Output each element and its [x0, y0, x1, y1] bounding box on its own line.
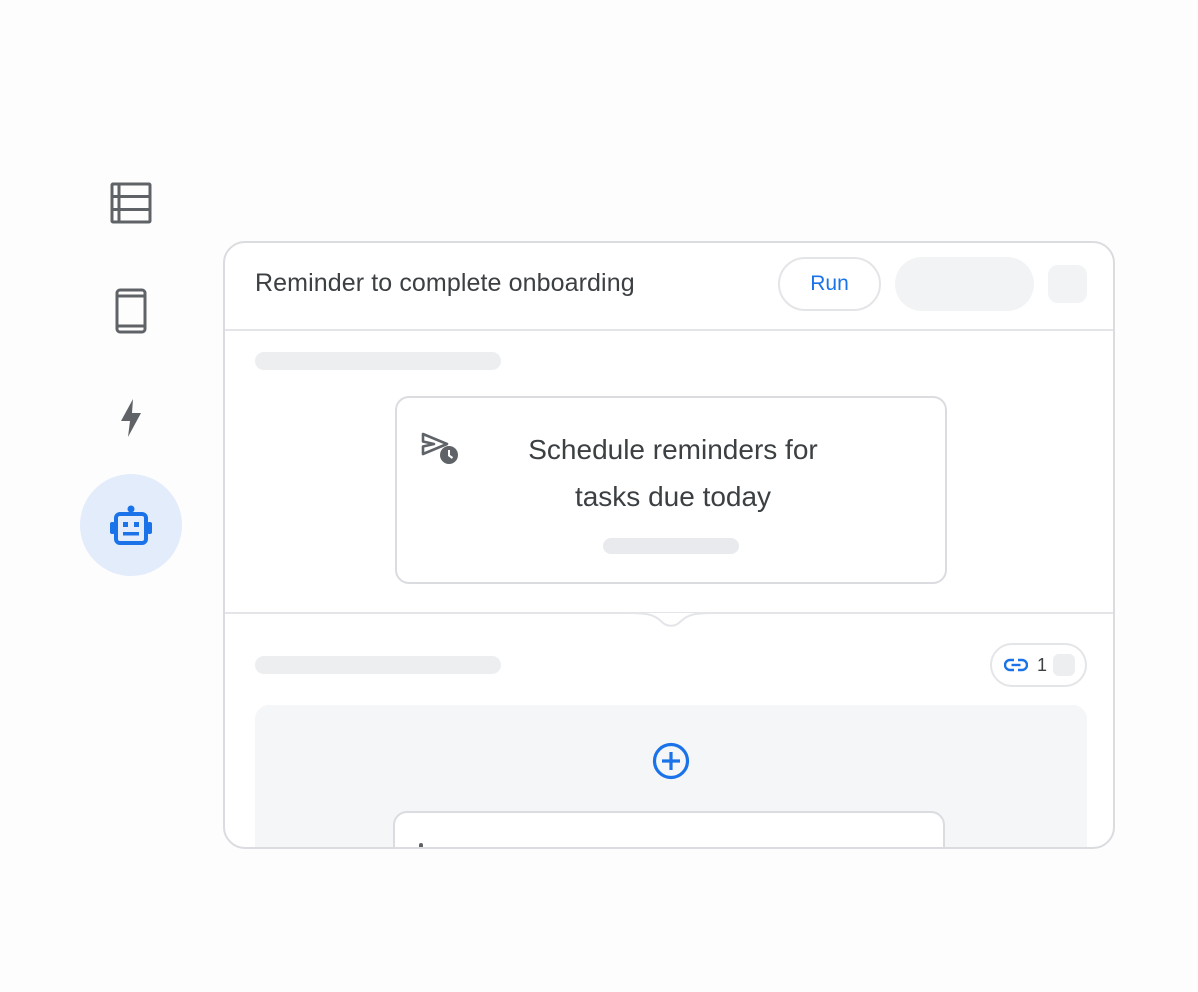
- chip-placeholder: [1053, 654, 1075, 676]
- steps-area: [255, 705, 1087, 847]
- section-label-placeholder: [255, 352, 501, 370]
- automation-card: Reminder to complete onboarding Run Sche…: [223, 241, 1115, 849]
- phone-icon: [115, 288, 147, 334]
- run-button[interactable]: Run: [778, 257, 881, 311]
- step-description: Schedule reminders for tasks due today: [457, 426, 889, 520]
- rail-item-tables[interactable]: [80, 152, 182, 254]
- rail-item-actions[interactable]: [80, 367, 182, 469]
- step-card[interactable]: Schedule reminders for tasks due today: [395, 396, 947, 584]
- bolt-icon: [121, 399, 141, 437]
- rail-item-automations[interactable]: [80, 474, 182, 576]
- automation-title: Reminder to complete onboarding: [255, 269, 635, 297]
- add-circle-icon[interactable]: [651, 741, 691, 781]
- divider-notch: [628, 612, 714, 627]
- step-description-line-2: tasks due today: [574, 481, 772, 512]
- robot-icon: [110, 505, 152, 545]
- send-schedule-icon: [421, 432, 458, 464]
- step-description-line-1: Schedule reminders for: [528, 434, 818, 465]
- next-step-icon: [419, 843, 423, 847]
- step-detail-placeholder: [603, 538, 739, 554]
- header-action-placeholder[interactable]: [895, 257, 1034, 311]
- linked-items-count: 1: [1037, 655, 1048, 675]
- next-step-card[interactable]: [393, 811, 945, 847]
- table-rows-icon: [110, 182, 152, 224]
- rail-item-app[interactable]: [80, 260, 182, 362]
- section-label-placeholder-2: [255, 656, 501, 674]
- link-icon: [1004, 658, 1028, 672]
- more-options-placeholder[interactable]: [1048, 265, 1087, 303]
- automation-header: Reminder to complete onboarding Run: [225, 243, 1113, 331]
- linked-items-chip[interactable]: 1: [990, 643, 1087, 687]
